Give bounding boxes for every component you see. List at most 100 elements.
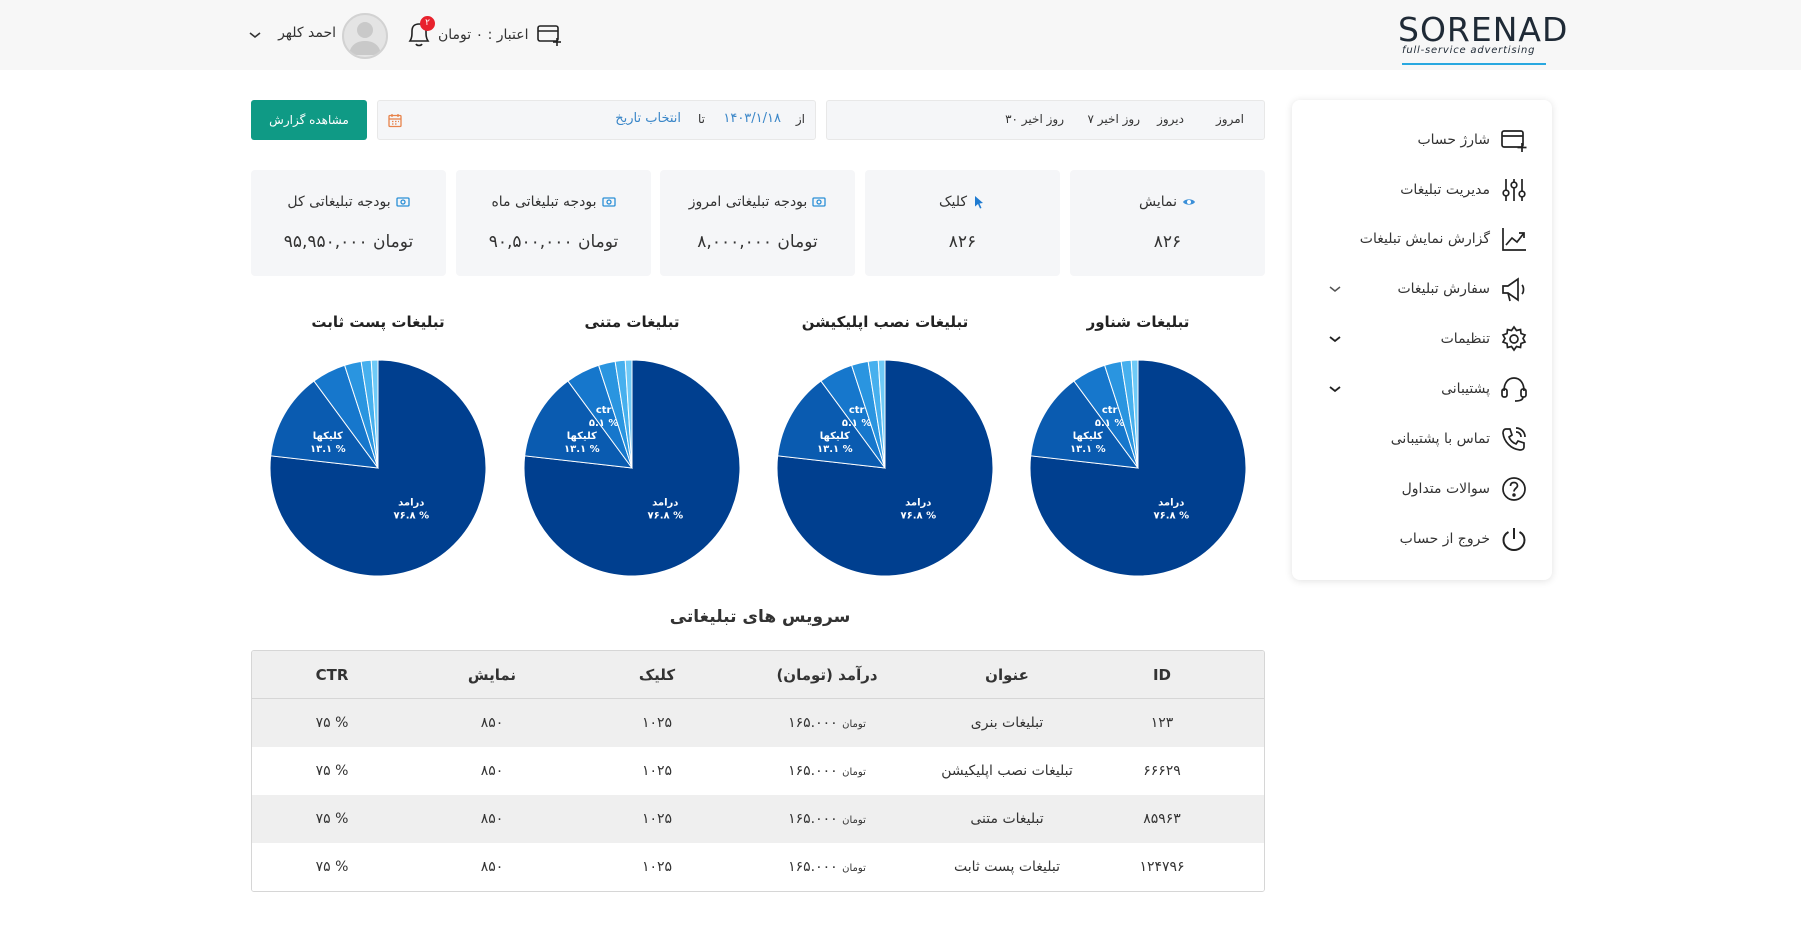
sidebar-item-charge[interactable]: شارژ حساب (1318, 125, 1528, 155)
table-row[interactable]: ۱۲۳ تبلیغات بنری ۱۶۵.۰۰۰ تومان ۱۰۲۵ ۸۵۰ … (252, 699, 1264, 747)
sidebar-item-label: سفارش تبلیغات (1397, 281, 1490, 297)
chevron-down-icon[interactable] (1328, 284, 1342, 294)
chart-line-icon (1502, 228, 1526, 251)
chart-title: تبلیغات شناور (1086, 313, 1190, 331)
column-header[interactable]: ID (1092, 651, 1232, 699)
pie-chart: درامد ۷۶.۸ % کلیکها ۱۳.۱ % ctr ۵.۱ % (1029, 359, 1247, 577)
revenue-amount: ۱۶۵.۰۰۰ (788, 715, 838, 731)
pie-data-label: ctr (596, 405, 612, 416)
stat-label: کلیک (938, 194, 968, 210)
pie-data-label: ۵.۱ % (1095, 418, 1125, 429)
sidebar-item-contact-support[interactable]: تماس با پشتیبانی (1318, 424, 1528, 454)
avatar[interactable] (342, 13, 388, 59)
logo-tagline: full-service advertising (1402, 45, 1536, 56)
pie-data-label: کلیکها (1073, 431, 1103, 442)
pie-data-label: درامد (652, 497, 678, 508)
pie-data-label: کلیکها (567, 431, 597, 442)
section-title: سرویس های تبلیغاتی (669, 607, 851, 627)
filter-yesterday[interactable]: دیروز (1157, 112, 1184, 126)
eye-icon (1183, 199, 1195, 205)
table-row[interactable]: ۶۶۶۲۹ تبلیغات نصب اپلیکیشن ۱۶۵.۰۰۰ تومان… (252, 747, 1264, 795)
column-header[interactable]: کلیک (582, 651, 732, 699)
currency-label: تومان (842, 767, 866, 778)
pie-data-label: ۷۶.۸ % (900, 510, 936, 521)
cell-title: تبلیغات بنری (970, 715, 1044, 731)
pie-data-label: ctr (1102, 405, 1118, 416)
megaphone-icon (1502, 277, 1525, 302)
credit-display[interactable]: اعتبار : ۰ تومان (438, 22, 563, 48)
stat-label: بودجه تبلیغاتی ماه (491, 194, 597, 210)
quick-range-filter: امروز دیروز ۷ روز اخیر ۳۰ روز اخیر (826, 100, 1265, 140)
stat-card-budget-total: بودجه تبلیغاتی کل ۹۵,۹۵۰,۰۰۰ تومان (251, 170, 446, 276)
stat-label: بودجه تبلیغاتی کل (287, 194, 391, 210)
cell-revenue: ۱۶۵.۰۰۰ تومان (742, 843, 912, 891)
calendar-icon[interactable] (388, 113, 402, 128)
cell-revenue: ۱۶۵.۰۰۰ تومان (742, 795, 912, 843)
table-row[interactable]: ۸۵۹۶۳ تبلیغات متنی ۱۶۵.۰۰۰ تومان ۱۰۲۵ ۸۵… (252, 795, 1264, 843)
column-header[interactable]: نمایش (412, 651, 572, 699)
cash-icon (601, 197, 616, 207)
sliders-icon (1502, 179, 1526, 201)
sidebar-item-logout[interactable]: خروج از حساب (1318, 524, 1528, 554)
sidebar-item-ad-report[interactable]: گزارش نمایش تبلیغات (1318, 224, 1528, 254)
chevron-down-icon[interactable] (1328, 384, 1342, 394)
sidebar-item-ad-order[interactable]: سفارش تبلیغات (1318, 274, 1528, 304)
pie-chart: درامد ۷۶.۸ % کلیکها ۱۳.۱ % ctr ۵.۱ % (523, 359, 741, 577)
username[interactable]: احمد کلهر (270, 25, 336, 41)
cell-id: ۱۲۳ (1150, 715, 1174, 731)
top-header: SORENAD full-service advertising اعتبار … (0, 0, 1801, 70)
cell-id: ۸۵۹۶۳ (1143, 811, 1181, 827)
stat-value: ۸,۰۰۰,۰۰۰ تومان (697, 232, 818, 252)
cell-ctr: ۷۵ % (315, 715, 349, 731)
services-table: ID عنوان درآمد (تومان) کلیک نمایش CTR ۱۲… (251, 650, 1265, 892)
cell-views: ۸۵۰ (480, 715, 504, 731)
cell-revenue: ۱۶۵.۰۰۰ تومان (742, 747, 912, 795)
pie-data-label: درامد (1158, 497, 1184, 508)
sidebar-item-support[interactable]: پشتیبانی (1318, 374, 1528, 404)
sidebar-item-settings[interactable]: تنظیمات (1318, 324, 1528, 354)
headset-icon (1501, 377, 1527, 402)
filter-today[interactable]: امروز (1216, 112, 1244, 126)
column-header[interactable]: درآمد (تومان) (742, 651, 912, 699)
view-report-button[interactable]: مشاهده گزارش (251, 100, 367, 140)
date-to-value[interactable]: انتخاب تاریخ (615, 111, 681, 126)
sidebar-item-faq[interactable]: سوالات متداول (1318, 474, 1528, 504)
column-header[interactable]: عنوان (912, 651, 1102, 699)
cursor-icon (975, 196, 984, 209)
table-row[interactable]: ۱۲۴۷۹۶ تبلیغات پست ثابت ۱۶۵.۰۰۰ تومان ۱۰… (252, 843, 1264, 891)
chevron-down-icon[interactable] (1328, 334, 1342, 344)
pie-data-label: ۵.۱ % (842, 418, 872, 429)
filter-last-30-days[interactable]: ۳۰ روز اخیر (1005, 112, 1064, 126)
currency-label: تومان (842, 863, 866, 874)
pie-data-label: ۱۳.۱ % (564, 444, 600, 455)
sidebar-item-ad-management[interactable]: مدیریت تبلیغات (1318, 175, 1528, 205)
pie-data-label: ۷۶.۸ % (1153, 510, 1189, 521)
sidebar-item-label: تماس با پشتیبانی (1390, 431, 1490, 447)
cell-clicks: ۱۰۲۵ (641, 763, 673, 779)
pie-data-label: ۱۳.۱ % (817, 444, 853, 455)
stat-card-clicks: کلیک ۸۲۶ (865, 170, 1060, 276)
column-header[interactable]: CTR (272, 651, 392, 699)
logo-ad-text: AD (1518, 10, 1569, 49)
pie-data-label: ۱۳.۱ % (310, 444, 346, 455)
phone-icon (1502, 427, 1526, 451)
pie-chart: درامد ۷۶.۸ % کلیکها ۱۳.۱ % ctr ۵.۱ % (776, 359, 994, 577)
sidebar-item-label: سوالات متداول (1401, 481, 1490, 497)
user-silhouette-icon (349, 22, 381, 55)
sidebar-item-label: مدیریت تبلیغات (1400, 182, 1490, 198)
stat-value: ۸۲۶ (948, 232, 977, 252)
pie-data-label: ۵.۱ % (589, 418, 619, 429)
currency-label: تومان (842, 719, 866, 730)
cash-icon (395, 197, 410, 207)
revenue-amount: ۱۶۵.۰۰۰ (788, 811, 838, 827)
soren-ad-logo[interactable]: SORENAD full-service advertising (1396, 10, 1567, 65)
date-to-label: تا (698, 112, 705, 126)
gear-icon (1501, 325, 1527, 352)
cell-ctr: ۷۵ % (315, 763, 349, 779)
date-from-value[interactable]: ۱۴۰۳/۱/۱۸ (723, 111, 781, 126)
table-header-row: ID عنوان درآمد (تومان) کلیک نمایش CTR (252, 651, 1264, 699)
filter-last-7-days[interactable]: ۷ روز اخیر (1088, 112, 1140, 126)
pie-data-label: درامد (398, 497, 424, 508)
date-range-picker[interactable]: از ۱۴۰۳/۱/۱۸ تا انتخاب تاریخ (377, 100, 816, 140)
chevron-down-icon[interactable] (248, 30, 262, 40)
